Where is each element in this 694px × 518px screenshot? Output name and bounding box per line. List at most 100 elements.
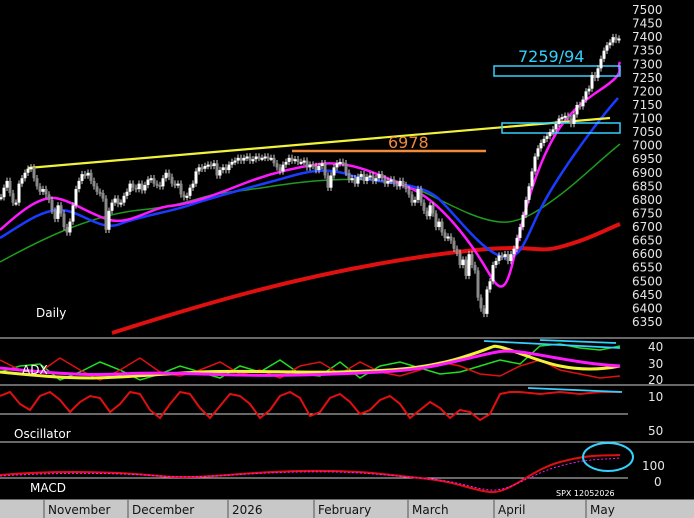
- candle-body: [53, 210, 57, 219]
- candle-body: [269, 157, 273, 160]
- candle-body: [206, 164, 210, 167]
- candle-body: [563, 115, 567, 118]
- candle-body: [20, 178, 24, 184]
- candle-body: [182, 194, 186, 198]
- osc-ticks: 50: [648, 424, 663, 438]
- price-tick-label: 7000: [632, 139, 663, 153]
- candle-body: [29, 167, 33, 170]
- candle-body: [173, 183, 177, 186]
- candle-body: [296, 159, 300, 162]
- candle-body: [71, 205, 75, 222]
- candle-body: [284, 161, 288, 165]
- candle-body: [278, 167, 282, 172]
- candle-body: [5, 180, 9, 188]
- candle-body: [362, 174, 366, 181]
- candle-body: [437, 221, 441, 228]
- price-tick-label: 7400: [632, 30, 663, 44]
- candle-body: [155, 183, 159, 186]
- candle-body: [158, 184, 162, 187]
- candle-body: [602, 50, 606, 59]
- candle-body: [596, 68, 600, 78]
- candle-body: [470, 254, 474, 266]
- candle-body: [263, 156, 267, 159]
- candle-body: [62, 213, 66, 228]
- candle-body: [443, 232, 447, 238]
- price-ticks: 7500745074007350730072507200715071007050…: [632, 3, 663, 329]
- candle-body: [464, 259, 468, 276]
- candle-body: [209, 164, 213, 167]
- candle-body: [260, 157, 264, 160]
- candle-body: [77, 180, 81, 190]
- price-tick-label: 7250: [632, 71, 663, 85]
- price-tick-label: 6800: [632, 193, 663, 207]
- candle-body: [281, 164, 285, 172]
- price-tick-label: 7200: [632, 84, 663, 98]
- candle-body: [395, 183, 399, 187]
- candle-body: [347, 172, 351, 180]
- candle-body: [599, 58, 603, 69]
- candle-body: [482, 308, 486, 314]
- price-tick-label: 6650: [632, 234, 663, 248]
- candle-body: [425, 210, 429, 217]
- price-tick-label: 6750: [632, 206, 663, 220]
- candle-body: [413, 199, 417, 203]
- candle-body: [290, 157, 294, 161]
- candle-body: [500, 255, 504, 258]
- candle-body: [392, 179, 396, 184]
- price-tick-label: 6500: [632, 274, 663, 288]
- candle-body: [59, 205, 63, 214]
- candle-body: [272, 157, 276, 164]
- candle-body: [161, 178, 165, 187]
- candle-body: [104, 198, 108, 230]
- candle-body: [410, 194, 414, 203]
- adx-tick-label: 30: [648, 357, 663, 371]
- candle-body: [518, 227, 522, 238]
- candle-body: [257, 156, 261, 159]
- price-tick-label: 7450: [632, 17, 663, 31]
- candle-body: [503, 254, 507, 257]
- chart-root: November December 2026 February March April Ma…: [0, 0, 694, 518]
- candle-body: [254, 156, 258, 160]
- price-tick-label: 7100: [632, 112, 663, 126]
- candle-body: [14, 202, 18, 205]
- candle-body: [566, 115, 570, 119]
- candle-body: [401, 180, 405, 185]
- candle-body: [488, 281, 492, 290]
- candle-body: [101, 193, 105, 199]
- candle-body: [203, 166, 207, 169]
- candle-body: [32, 167, 36, 179]
- candle-body: [320, 163, 324, 166]
- price-tick-label: 6350: [632, 315, 663, 329]
- candle-body: [248, 156, 252, 161]
- candle-body: [56, 205, 60, 219]
- month-label: November: [48, 503, 110, 517]
- candle-body: [329, 175, 333, 188]
- candle-body: [533, 156, 537, 172]
- candle-body: [86, 172, 90, 176]
- month-label: May: [590, 503, 615, 517]
- candle-body: [110, 202, 114, 211]
- candle-body: [548, 132, 552, 137]
- candle-body: [494, 260, 498, 266]
- candle-body: [338, 161, 342, 164]
- candle-body: [359, 174, 363, 177]
- candle-body: [527, 186, 531, 200]
- candle-body: [353, 178, 357, 184]
- candle-body: [194, 171, 198, 184]
- candle-body: [422, 202, 426, 211]
- candle-body: [560, 117, 564, 120]
- candle-body: [179, 183, 183, 195]
- candle-body: [575, 104, 579, 115]
- candle-body: [389, 179, 393, 182]
- candle-body: [431, 205, 435, 214]
- price-tick-label: 7350: [632, 44, 663, 58]
- candle-body: [38, 186, 42, 192]
- month-label: December: [132, 503, 194, 517]
- candle-body: [224, 167, 228, 171]
- panel-label-oscillator: Oscillator: [14, 427, 71, 441]
- candle-body: [398, 180, 402, 187]
- candle-body: [137, 183, 141, 190]
- candle-body: [428, 205, 432, 217]
- candle-body: [251, 159, 255, 162]
- price-tick-label: 6700: [632, 220, 663, 234]
